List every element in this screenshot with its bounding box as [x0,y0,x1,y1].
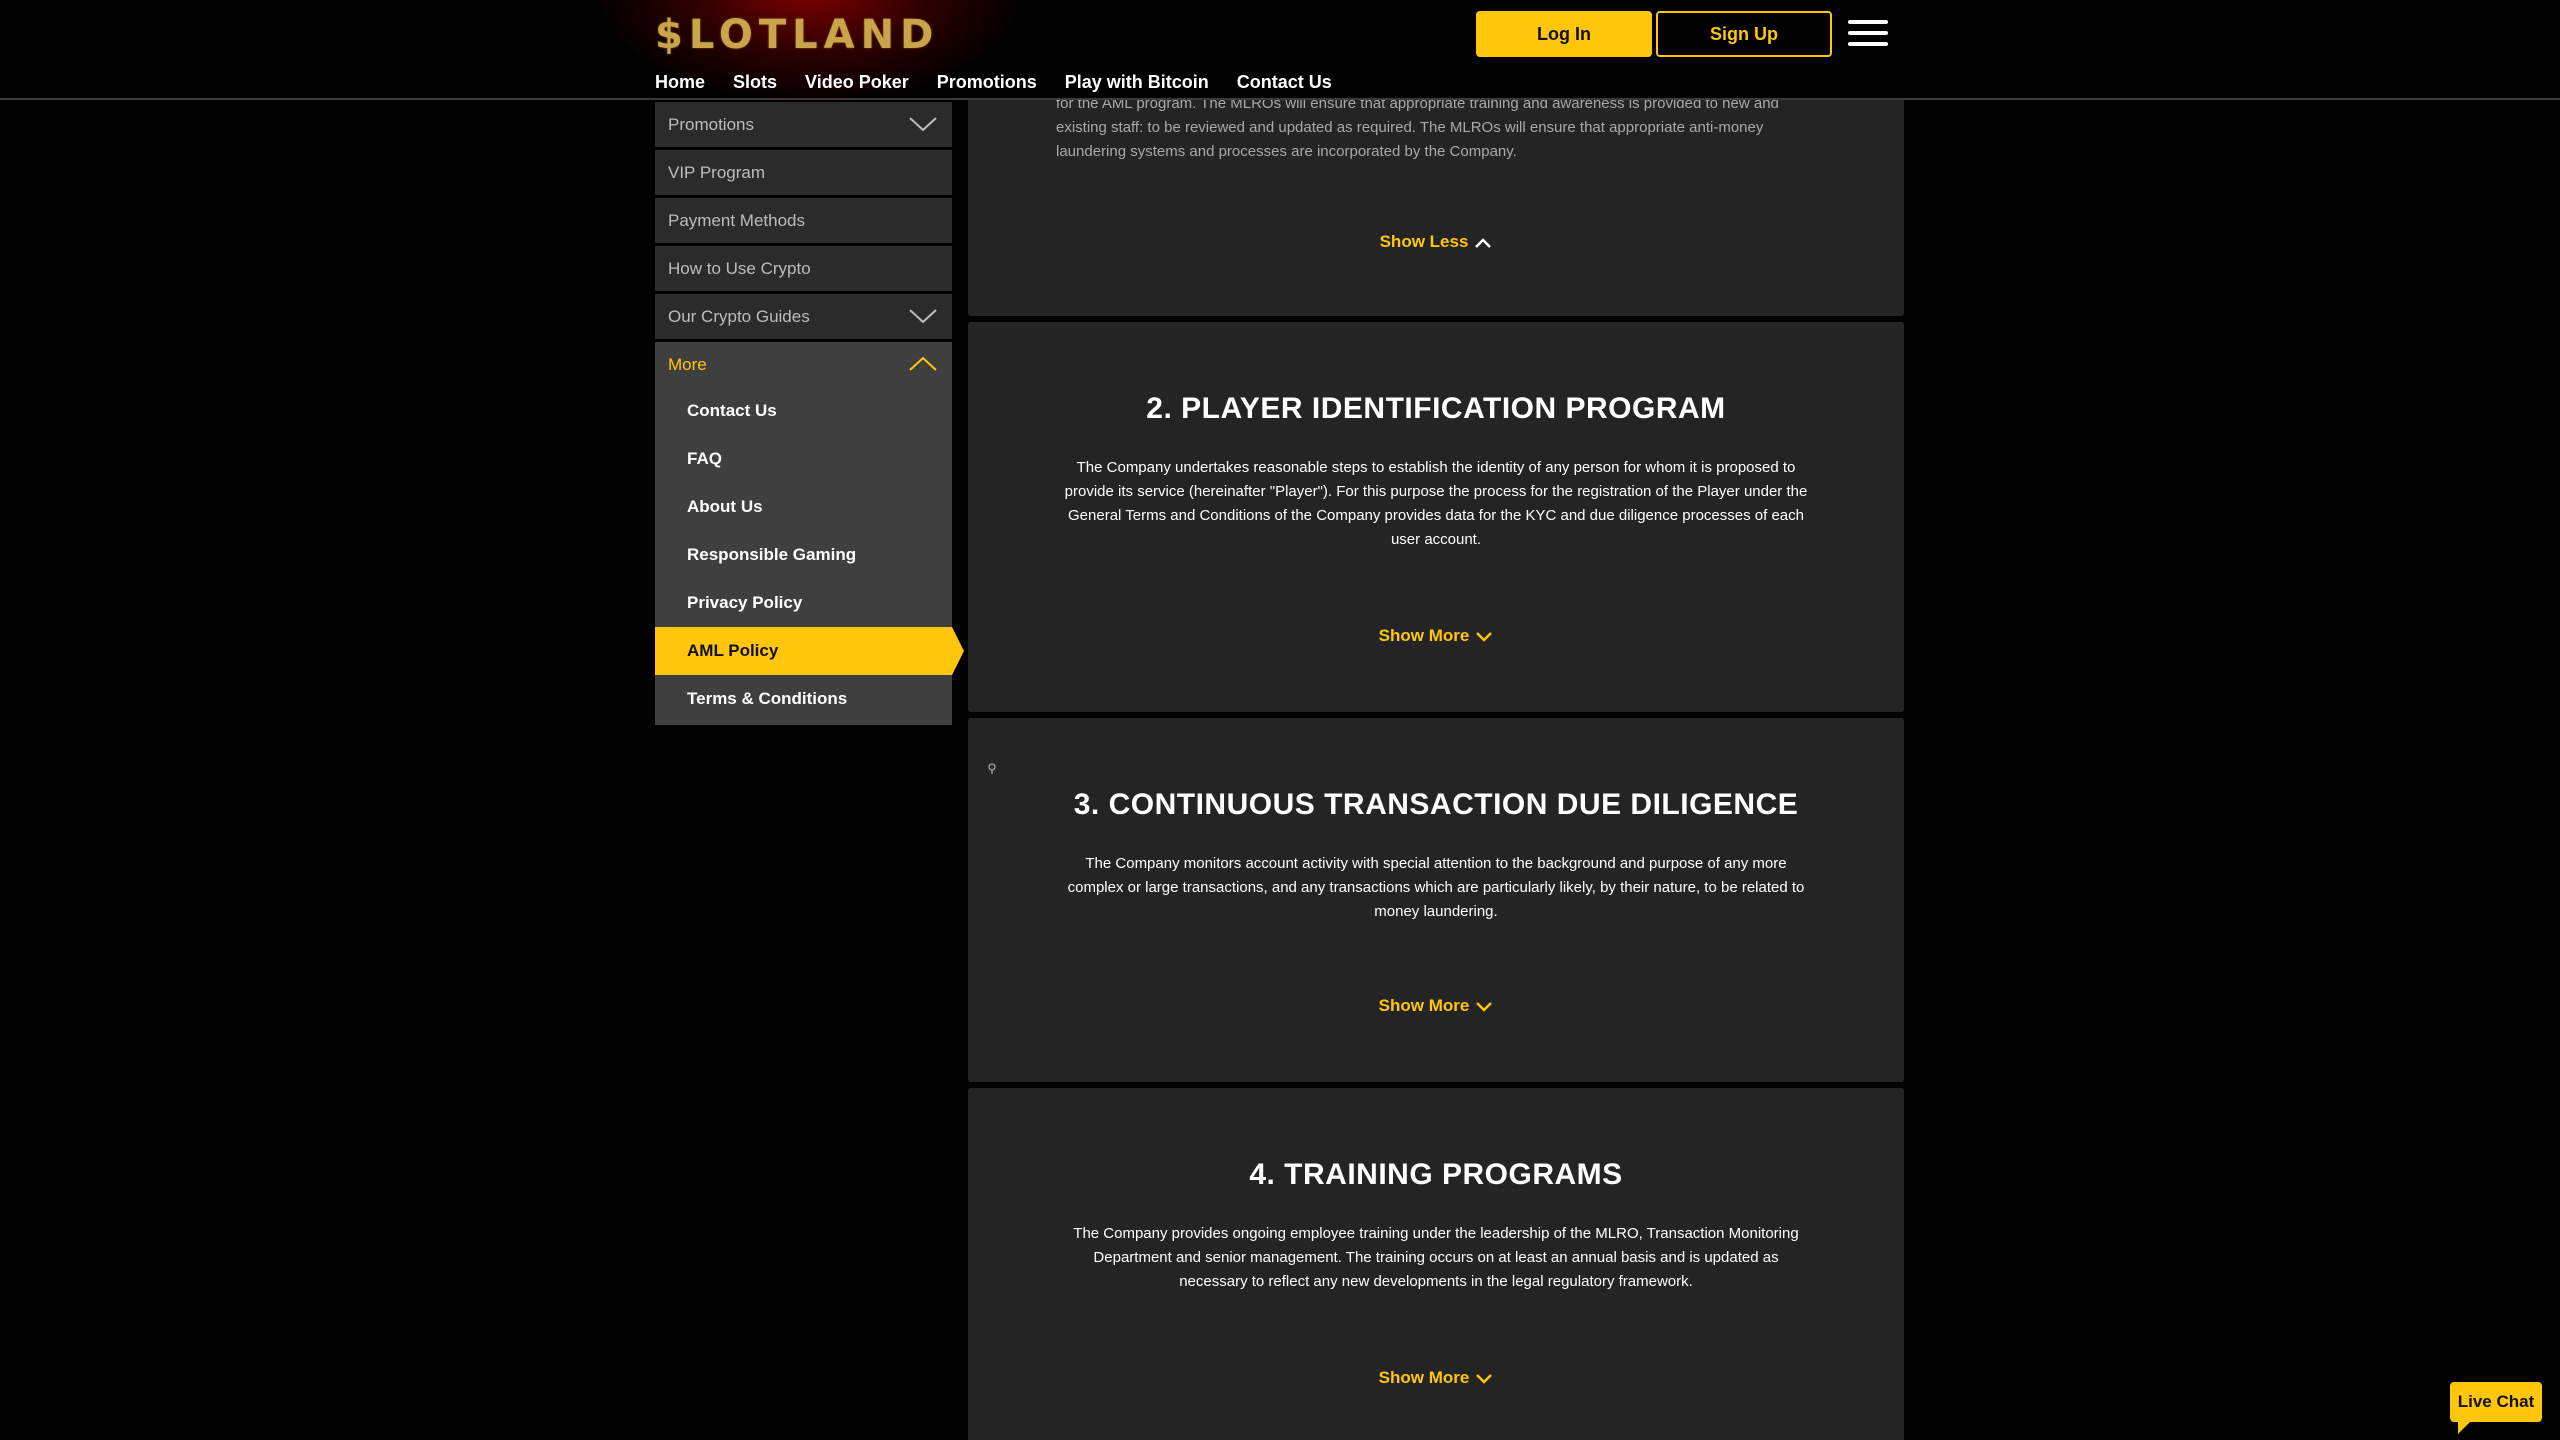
submenu-item-contact-us[interactable]: Contact Us [655,387,952,435]
login-button[interactable]: Log In [1476,11,1652,57]
chevron-down-icon [1476,631,1493,642]
section-text: The Company monitors account activity wi… [1067,855,1805,920]
section-title: 3. CONTINUOUS TRANSACTION DUE DILIGENCE [1073,788,1799,821]
sidebar-item-more[interactable]: More [655,342,952,387]
section-text: The Company provides ongoing employee tr… [1073,1225,1799,1290]
site-header: $LOTLAND Home Slots Video Poker Promotio… [0,0,2560,100]
nav-contact-us[interactable]: Contact Us [1237,72,1332,93]
site-logo[interactable]: $LOTLAND [655,12,939,58]
sidebar-item-payment-methods[interactable]: Payment Methods [655,198,952,243]
chevron-down-icon [1476,1373,1493,1384]
nav-home[interactable]: Home [655,72,705,93]
submenu-item-responsible-gaming[interactable]: Responsible Gaming [655,531,952,579]
chevron-up-icon [1475,237,1492,248]
sidebar-item-our-crypto-guides[interactable]: Our Crypto Guides [655,294,952,339]
submenu-item-terms-conditions[interactable]: Terms & Conditions [655,675,952,723]
section-text: The Company undertakes reasonable steps … [1064,459,1808,548]
sidebar-item-label: VIP Program [668,162,766,182]
show-less-button[interactable]: Show Less [968,232,1904,252]
sidebar-submenu-more: Contact Us FAQ About Us Responsible Gami… [655,387,964,725]
hamburger-menu-icon[interactable] [1848,20,1888,50]
section-text: for the AML program. The MLROs will ensu… [1056,95,1779,160]
submenu-item-privacy-policy[interactable]: Privacy Policy [655,579,952,627]
nav-video-poker[interactable]: Video Poker [805,72,909,93]
sidebar-item-how-to-use-crypto[interactable]: How to Use Crypto [655,246,952,291]
nav-slots[interactable]: Slots [733,72,777,93]
chevron-down-icon [909,309,937,324]
submenu-item-faq[interactable]: FAQ [655,435,952,483]
submenu-item-aml-policy[interactable]: AML Policy [655,627,964,675]
sidebar: Promotions VIP Program Payment Methods H… [655,102,964,725]
nav-promotions[interactable]: Promotions [937,72,1037,93]
nav-play-with-bitcoin[interactable]: Play with Bitcoin [1065,72,1209,93]
aml-section-player-identification: 2. PLAYER IDENTIFICATION PROGRAM The Com… [968,322,1904,712]
chevron-up-icon [909,356,937,371]
sidebar-item-label: More [668,354,707,374]
show-more-button[interactable]: Show More [968,626,1904,646]
signup-button[interactable]: Sign Up [1656,11,1832,57]
aml-section-training-programs: 4. TRAINING PROGRAMS The Company provide… [968,1088,1904,1440]
section-title: 2. PLAYER IDENTIFICATION PROGRAM [1146,392,1726,425]
toggle-label: Show More [1378,996,1470,1015]
sidebar-item-promotions[interactable]: Promotions [655,102,952,147]
chevron-down-icon [1476,1001,1493,1012]
sidebar-item-label: Our Crypto Guides [668,306,810,326]
chevron-down-icon [909,117,937,132]
submenu-item-about-us[interactable]: About Us [655,483,952,531]
aml-section-transaction-due-diligence: 3. CONTINUOUS TRANSACTION DUE DILIGENCE … [968,718,1904,1082]
toggle-label: Show More [1378,1368,1470,1387]
show-more-button[interactable]: Show More [968,1368,1904,1388]
section-title: 4. TRAINING PROGRAMS [1249,1158,1623,1191]
sidebar-item-vip-program[interactable]: VIP Program [655,150,952,195]
live-chat-button[interactable]: Live Chat [2450,1382,2542,1434]
show-more-button[interactable]: Show More [968,996,1904,1016]
sidebar-item-label: How to Use Crypto [668,258,811,278]
aml-section-1-tail: for the AML program. The MLROs will ensu… [968,92,1904,316]
toggle-label: Show More [1378,626,1470,645]
mouse-cursor-icon [988,763,996,774]
top-nav: Home Slots Video Poker Promotions Play w… [655,72,1332,93]
toggle-label: Show Less [1379,232,1469,251]
sidebar-item-label: Payment Methods [668,210,806,230]
sidebar-item-label: Promotions [668,114,754,134]
